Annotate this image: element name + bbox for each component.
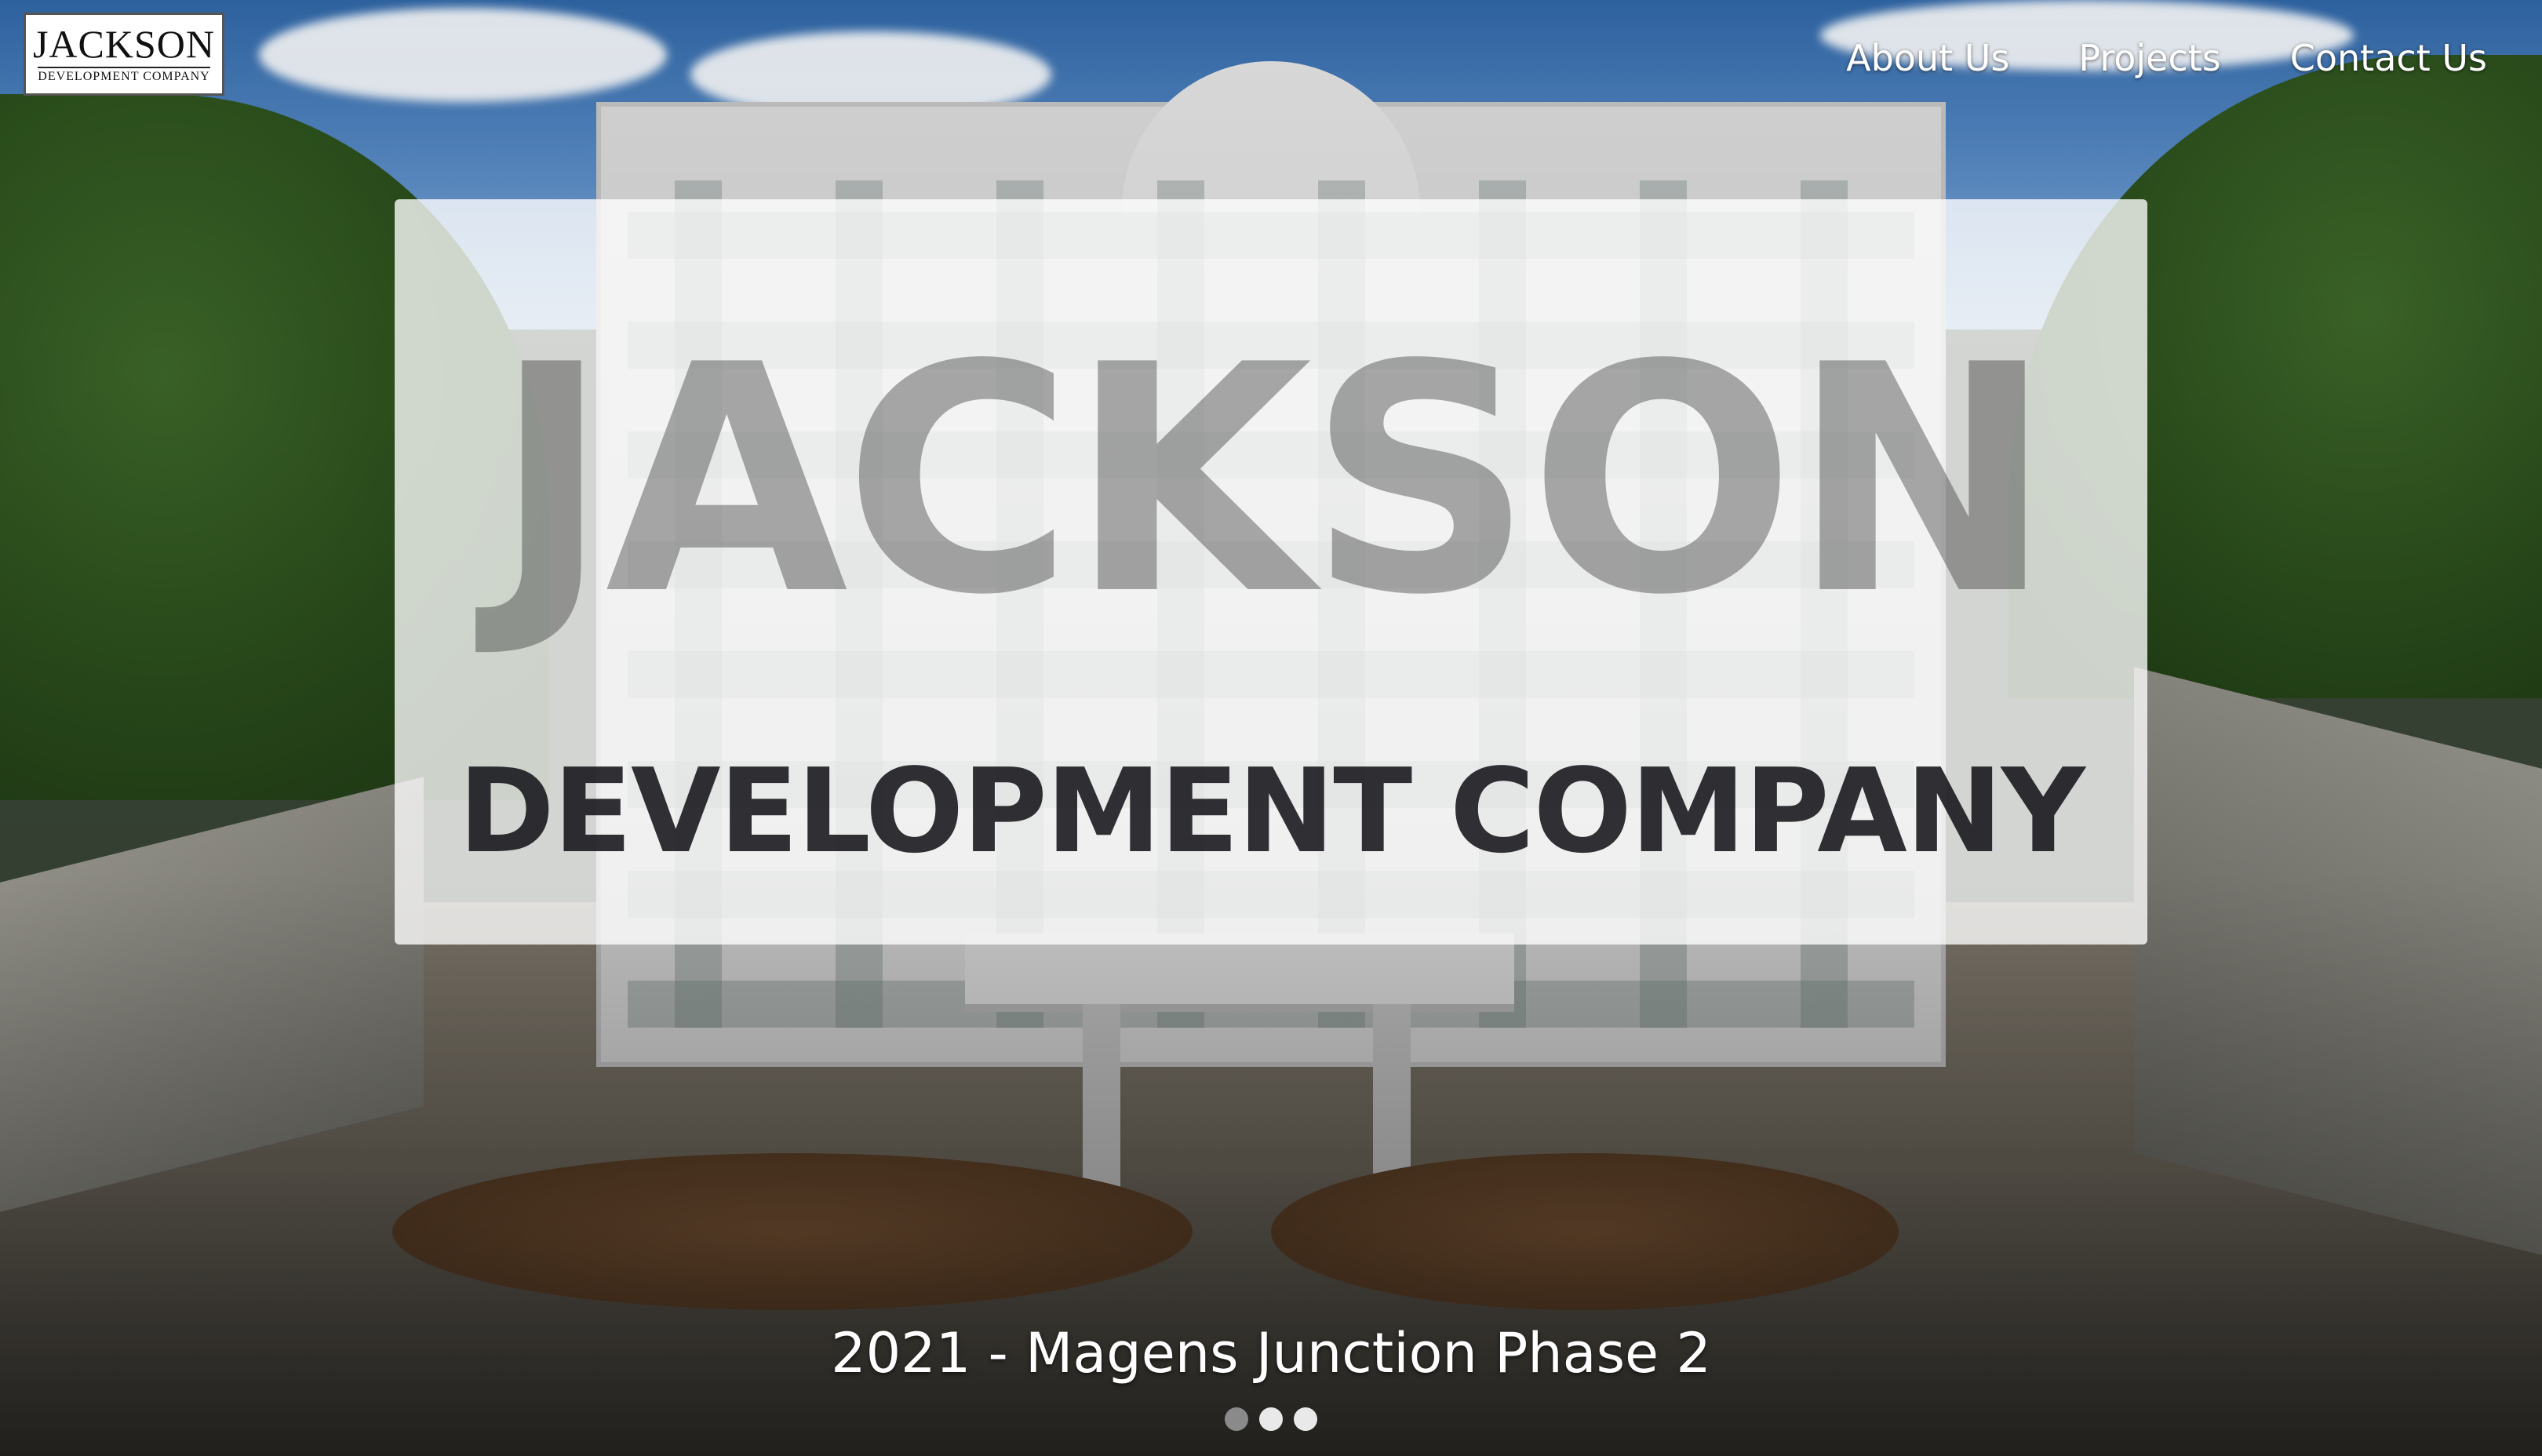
nav-projects[interactable]: Projects (2078, 35, 2220, 82)
hero-title-box: JACKSON DEVELOPMENT COMPANY (395, 199, 2147, 945)
hero-subtitle: DEVELOPMENT COMPANY (458, 744, 2085, 879)
carousel-dot-1[interactable] (1225, 1407, 1248, 1431)
hero-title: JACKSON (493, 299, 2054, 664)
carousel-indicators (0, 1407, 2542, 1431)
company-logo[interactable]: JACKSON DEVELOPMENT COMPANY (24, 13, 224, 96)
hero-section: JACKSON DEVELOPMENT COMPANY About Us Pro… (0, 0, 2542, 1456)
main-nav: About Us Projects Contact Us (1846, 35, 2487, 82)
carousel-dot-3[interactable] (1294, 1407, 1317, 1431)
nav-contact-us[interactable]: Contact Us (2290, 35, 2487, 82)
slide-caption: 2021 - Magens Junction Phase 2 (831, 1321, 1711, 1385)
logo-tagline: DEVELOPMENT COMPANY (38, 67, 210, 84)
carousel-dot-2[interactable] (1259, 1407, 1283, 1431)
nav-about-us[interactable]: About Us (1846, 35, 2009, 82)
logo-wordmark: JACKSON (32, 22, 216, 66)
